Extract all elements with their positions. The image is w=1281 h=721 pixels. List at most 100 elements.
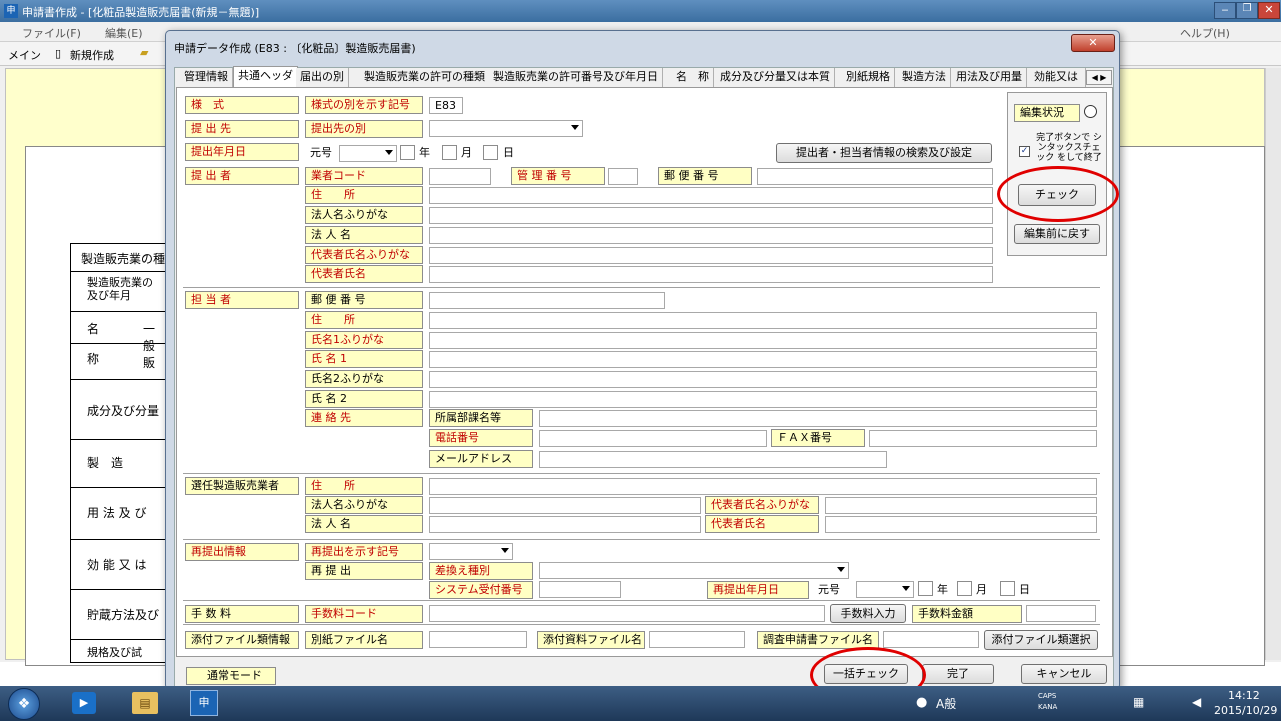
done-button[interactable]: 完了	[922, 664, 994, 684]
minimize-button[interactable]: ‒	[1214, 2, 1236, 19]
corp-kana-input[interactable]	[429, 207, 993, 224]
corp-input[interactable]	[429, 227, 993, 244]
syntax-check-checkbox[interactable]: ✓	[1019, 146, 1030, 157]
tab-manufacturing[interactable]: 製造方法	[898, 68, 951, 87]
month-label: 月	[461, 146, 472, 159]
attach-select-button[interactable]: 添付ファイル類選択	[984, 630, 1098, 650]
tab-efficacy[interactable]: 効能又は	[1030, 68, 1086, 87]
postal-input[interactable]	[757, 168, 993, 185]
day-field-2[interactable]	[1000, 581, 1015, 596]
tab-ingredients[interactable]: 成分及び分量又は本質	[716, 68, 835, 87]
media-player-icon[interactable]: ▶	[72, 692, 96, 714]
rep-kana-input[interactable]	[429, 247, 993, 264]
menu-file[interactable]: ファイル(F)	[22, 25, 81, 41]
edit-status-label: 編集状況	[1014, 104, 1080, 122]
rep-input[interactable]	[429, 266, 993, 283]
address3-input[interactable]	[429, 478, 1097, 495]
corp3-input[interactable]	[429, 516, 701, 533]
app-title: 申請書作成 - [化粧品製造販売届書(新規－無題)]	[22, 6, 260, 19]
close-button[interactable]: ✕	[1258, 2, 1280, 19]
survey-file-input[interactable]	[883, 631, 979, 648]
label-name2: 氏 名 2	[305, 390, 423, 408]
sep-file-input[interactable]	[429, 631, 527, 648]
label-submit-kind: 提出先の別	[305, 120, 423, 138]
tray-icons[interactable]: ●	[916, 695, 927, 710]
month-field-2[interactable]	[957, 581, 972, 596]
tab-notification-type[interactable]: 届出の別	[296, 68, 349, 87]
year-field-2[interactable]	[918, 581, 933, 596]
biz-code-input[interactable]	[429, 168, 491, 185]
fee-code-input[interactable]	[429, 605, 825, 622]
name2-input[interactable]	[429, 391, 1097, 408]
tab-license-number[interactable]: 製造販売業の許可番号及び年月日	[489, 68, 663, 87]
year-label-2: 年	[937, 583, 948, 596]
cancel-button[interactable]: キャンセル	[1021, 664, 1107, 684]
tab-usage[interactable]: 用法及び用量	[952, 68, 1027, 87]
ime-mode[interactable]: A般	[936, 695, 956, 712]
rep3-input[interactable]	[825, 516, 1097, 533]
month-field[interactable]	[442, 145, 457, 160]
new-button[interactable]: 新規作成	[70, 47, 114, 63]
tab-common-header[interactable]: 共通ヘッダ	[233, 66, 298, 88]
tab-management[interactable]: 管理情報	[180, 68, 233, 87]
fee-input-button[interactable]: 手数料入力	[830, 604, 906, 623]
fee-amount-input[interactable]	[1026, 605, 1096, 622]
doc-row-5: 成分及び分量	[71, 380, 166, 440]
clock-date[interactable]: 2015/10/29	[1214, 704, 1277, 717]
month-label-2: 月	[976, 583, 987, 596]
era-label: 元号	[310, 146, 332, 159]
doc-row-4b: 販	[143, 356, 156, 370]
resubmit-code-select[interactable]	[429, 543, 513, 560]
name2-kana-input[interactable]	[429, 371, 1097, 388]
sys-no-input[interactable]	[539, 581, 621, 598]
dept-input[interactable]	[539, 410, 1097, 427]
tab-separate-spec[interactable]: 別紙規格	[842, 68, 895, 87]
address2-input[interactable]	[429, 312, 1097, 329]
year-field[interactable]	[400, 145, 415, 160]
corp-kana3-input[interactable]	[429, 497, 701, 514]
mail-input[interactable]	[539, 451, 887, 468]
label-replace-kind: 差換え種別	[429, 562, 533, 580]
style-value: E83	[429, 97, 463, 114]
address-input[interactable]	[429, 187, 993, 204]
start-button[interactable]: ❖	[8, 688, 40, 720]
maximize-button[interactable]: ❐	[1236, 2, 1258, 19]
era-select[interactable]	[339, 145, 397, 162]
mgmt-no-input[interactable]	[608, 168, 638, 185]
complete-note: 完了ボタンで シンタックスチェック をして終了	[1036, 133, 1102, 163]
edit-status-indicator	[1084, 105, 1097, 118]
replace-kind-select[interactable]	[539, 562, 849, 579]
fax-input[interactable]	[869, 430, 1097, 447]
tab-license-type[interactable]: 製造販売業の許可の種類	[360, 68, 490, 87]
app-task-icon[interactable]: 申	[190, 690, 218, 716]
name1-input[interactable]	[429, 351, 1097, 368]
submit-kind-select[interactable]	[429, 120, 583, 137]
rep-kana3-input[interactable]	[825, 497, 1097, 514]
day-field[interactable]	[483, 145, 498, 160]
dialog-close-button[interactable]: ✕	[1071, 34, 1115, 52]
volume-icon[interactable]: ◀	[1192, 695, 1201, 709]
menu-edit[interactable]: 編集(E)	[105, 25, 143, 41]
explorer-icon[interactable]: ▤	[132, 692, 158, 714]
tel-input[interactable]	[539, 430, 767, 447]
tab-name[interactable]: 名 称	[672, 68, 714, 87]
menu-help[interactable]: ヘルプ(H)	[1180, 25, 1230, 41]
tab-scroll-arrows[interactable]: ◀ ▶	[1086, 70, 1112, 85]
label-mgmt-no: 管 理 番 号	[511, 167, 605, 185]
label-postal: 郵 便 番 号	[658, 167, 752, 185]
network-icon[interactable]: ▦	[1133, 695, 1144, 709]
open-folder-icon[interactable]: ▰	[140, 46, 148, 59]
era-select-2[interactable]	[856, 581, 914, 598]
main-button[interactable]: メイン	[8, 47, 41, 63]
doc-row-2: 製造販売業の 及び年月	[71, 272, 166, 312]
right-scrollbar[interactable]	[1265, 68, 1281, 660]
era-label-2: 元号	[818, 583, 840, 596]
name1-kana-input[interactable]	[429, 332, 1097, 349]
search-settings-button[interactable]: 提出者・担当者情報の検索及び設定	[776, 143, 992, 163]
label-postal2: 郵 便 番 号	[305, 291, 423, 309]
label-corp: 法 人 名	[305, 226, 423, 244]
attach-file-input[interactable]	[649, 631, 745, 648]
postal2-input[interactable]	[429, 292, 665, 309]
revert-button[interactable]: 編集前に戻す	[1014, 224, 1100, 244]
clock-time[interactable]: 14:12	[1228, 689, 1260, 702]
